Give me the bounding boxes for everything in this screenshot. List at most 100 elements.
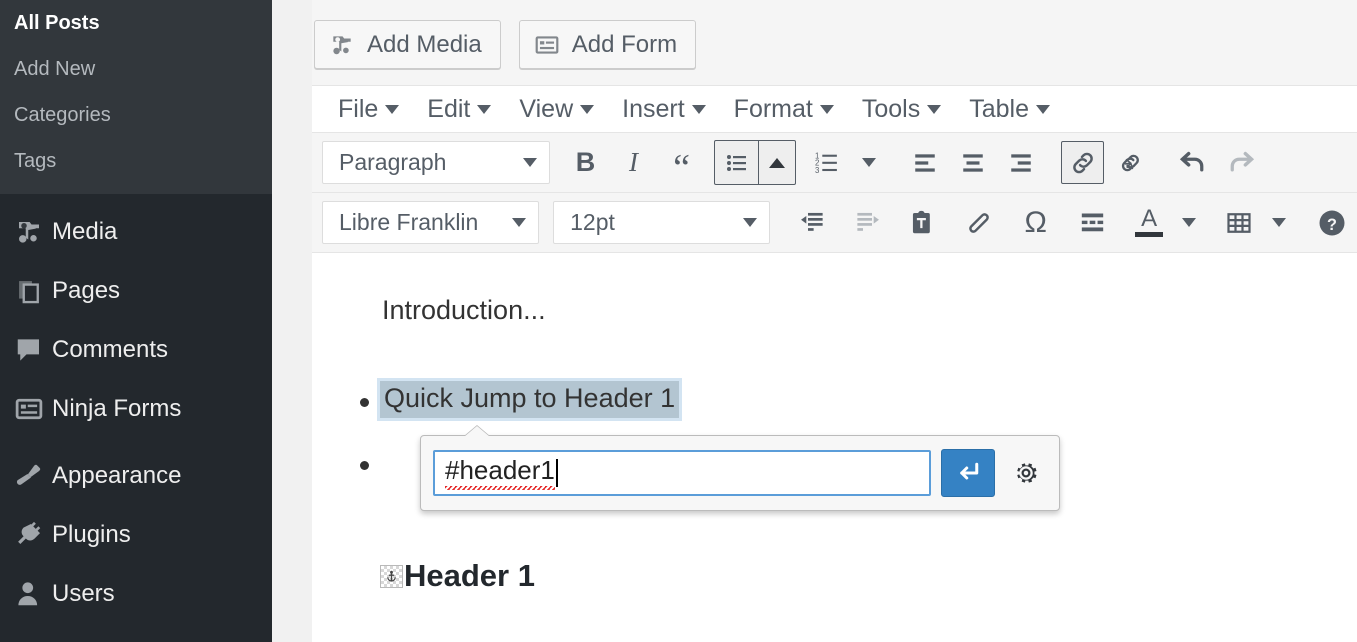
menu-tools[interactable]: Tools [848, 93, 955, 126]
sidebar-item-label: Media [52, 217, 118, 245]
svg-text:3: 3 [815, 166, 819, 175]
remove-link-button[interactable] [1109, 141, 1152, 184]
chevron-down-icon [862, 158, 876, 167]
link-url-value: #header1 [445, 455, 555, 491]
sidebar-submenu-label: Add New [14, 58, 96, 80]
font-family-select[interactable]: Libre Franklin [322, 201, 540, 244]
text-color-button[interactable]: A [1129, 201, 1170, 244]
link-insert-popup: #header1 [420, 435, 1060, 511]
font-size-select[interactable]: 12pt [553, 201, 771, 244]
add-media-button[interactable]: Add Media [314, 20, 501, 69]
heading-text: Header 1 [404, 558, 535, 593]
forms-icon [534, 32, 560, 58]
sidebar-item-plugins[interactable]: Plugins [0, 505, 272, 564]
media-icon [329, 32, 355, 58]
menu-edit[interactable]: Edit [413, 93, 505, 126]
align-center-button[interactable] [951, 141, 994, 184]
menu-label: File [338, 94, 379, 123]
sidebar-submenu-add-new[interactable]: Add New [0, 46, 272, 92]
editor-region: Add Media Add Form File Edit View Insert… [272, 0, 1357, 642]
sidebar-item-label: Ninja Forms [52, 394, 182, 422]
paste-as-text-button[interactable] [902, 201, 943, 244]
sidebar-submenu-categories[interactable]: Categories [0, 92, 272, 138]
help-button[interactable]: ? [1311, 201, 1352, 244]
comments-icon [6, 335, 52, 365]
sidebar-item-label: Comments [52, 335, 169, 363]
sidebar-submenu-label: Tags [14, 150, 57, 172]
wordpress-post-editor-screen: All Posts Add New Categories Tags Media … [0, 0, 1357, 642]
bulleted-list-button[interactable] [715, 141, 758, 184]
chevron-up-icon [769, 157, 785, 168]
editor-content-area[interactable]: Introduction... Quick Jump to Header 1 #… [312, 253, 1357, 618]
pages-icon [6, 277, 52, 305]
table-button[interactable] [1219, 201, 1260, 244]
chevron-down-icon [580, 104, 595, 114]
table-caret[interactable] [1265, 201, 1293, 244]
selected-list-item-text[interactable]: Quick Jump to Header 1 [380, 381, 680, 418]
font-size-value: 12pt [570, 209, 615, 235]
sidebar-item-comments[interactable]: Comments [0, 320, 272, 379]
heading-line: Header 1 [380, 558, 535, 594]
user-icon [6, 579, 52, 609]
paragraph-style-select[interactable]: Paragraph [322, 141, 550, 184]
sidebar-item-ninja-forms[interactable]: Ninja Forms [0, 379, 272, 438]
editor-menubar: File Edit View Insert Format Tools Table [312, 86, 1357, 133]
sidebar-item-media[interactable]: Media [0, 202, 272, 261]
chevron-down-icon [743, 218, 758, 227]
decrease-indent-button[interactable] [792, 201, 833, 244]
menu-insert[interactable]: Insert [608, 93, 720, 126]
sidebar-submenu-tags[interactable]: Tags [0, 138, 272, 184]
sidebar-item-label: Plugins [52, 520, 131, 548]
link-options-button[interactable] [1005, 450, 1047, 496]
add-form-button[interactable]: Add Form [518, 20, 697, 69]
menu-view[interactable]: View [505, 93, 608, 126]
forms-icon [6, 394, 52, 424]
add-media-label: Add Media [367, 30, 482, 58]
chevron-down-icon [385, 104, 400, 114]
chevron-down-icon [1036, 104, 1050, 114]
anchor-icon [380, 564, 403, 588]
paintbrush-icon [6, 461, 52, 491]
special-character-button[interactable]: Ω [1015, 201, 1056, 244]
apply-link-button[interactable] [941, 449, 995, 497]
chevron-down-icon [523, 158, 537, 167]
bold-button[interactable]: B [564, 141, 607, 184]
sidebar-submenu-all-posts[interactable]: All Posts [0, 0, 272, 46]
svg-text:?: ? [1327, 215, 1337, 233]
admin-sidebar: All Posts Add New Categories Tags Media … [0, 0, 272, 642]
sidebar-item-appearance[interactable]: Appearance [0, 446, 272, 505]
text-color-caret[interactable] [1175, 201, 1203, 244]
align-left-button[interactable] [903, 141, 946, 184]
sidebar-item-label: Appearance [52, 461, 182, 489]
numbered-list-button[interactable]: 1 2 3 [806, 141, 849, 184]
undo-button[interactable] [1171, 141, 1214, 184]
numbered-list-caret[interactable] [854, 141, 884, 184]
toolbar-row-1: Paragraph B I “ 1 2 3 [312, 133, 1357, 193]
bulleted-list-caret[interactable] [758, 141, 795, 184]
clear-formatting-button[interactable] [959, 201, 1000, 244]
menu-file[interactable]: File [324, 93, 413, 126]
toolbar-row-2: Libre Franklin 12pt Ω A ? [312, 193, 1357, 253]
menu-format[interactable]: Format [720, 93, 848, 126]
chevron-down-icon [691, 104, 706, 114]
link-url-input[interactable]: #header1 [433, 450, 931, 496]
menu-label: Tools [861, 94, 921, 123]
menu-label: Format [733, 94, 813, 123]
menu-label: Table [969, 94, 1029, 123]
sidebar-item-users[interactable]: Users [0, 564, 272, 623]
insert-link-button[interactable] [1061, 141, 1104, 184]
redo-button[interactable] [1219, 141, 1262, 184]
sidebar-item-pages[interactable]: Pages [0, 261, 272, 320]
media-icon [6, 217, 52, 247]
bold-label: B [575, 147, 596, 177]
read-more-button[interactable] [1072, 201, 1113, 244]
increase-indent-button[interactable] [847, 201, 888, 244]
font-family-value: Libre Franklin [339, 209, 479, 235]
blockquote-button[interactable]: “ [660, 141, 703, 187]
chevron-down-icon [927, 104, 942, 114]
menu-table[interactable]: Table [955, 93, 1064, 126]
align-right-button[interactable] [999, 141, 1042, 184]
sidebar-divider [0, 194, 272, 202]
sidebar-item-label: Users [52, 579, 115, 607]
italic-button[interactable]: I [612, 141, 655, 184]
